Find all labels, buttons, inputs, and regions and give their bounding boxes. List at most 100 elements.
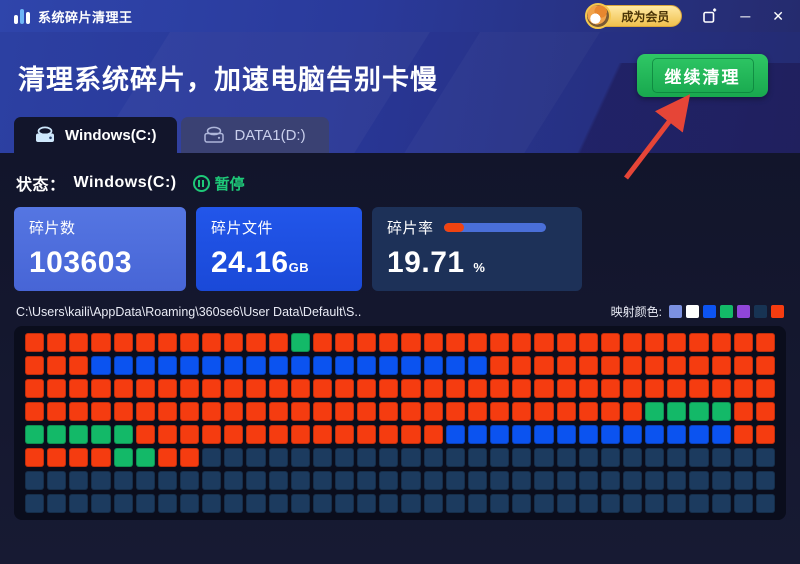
grid-cell [490, 471, 510, 490]
grid-cell [157, 402, 178, 421]
grid-cell [135, 379, 155, 398]
grid-cell [157, 494, 178, 513]
grid-cell [689, 494, 709, 513]
fragment-count-label: 碎片数 [29, 220, 76, 237]
grid-cell [445, 333, 465, 352]
grid-cell [268, 402, 288, 421]
close-button[interactable]: ✕ [770, 7, 786, 25]
pause-icon [192, 174, 210, 192]
tab-label: DATA1(D:) [234, 126, 306, 144]
grid-cell [312, 425, 333, 444]
grid-cell [246, 425, 266, 444]
legend-swatch [737, 305, 750, 318]
grid-cell [490, 402, 510, 421]
grid-cell [224, 356, 244, 375]
grid-cell [335, 448, 355, 467]
pause-control[interactable]: 暂停 [192, 173, 245, 194]
continue-clean-button[interactable]: 继续清理 [637, 54, 768, 97]
grid-cell [357, 379, 377, 398]
grid-cell [135, 402, 155, 421]
grid-cell [622, 494, 643, 513]
grid-cell [600, 333, 620, 352]
app-logo-icon [14, 8, 30, 24]
grid-cell [47, 494, 67, 513]
grid-cell [180, 379, 200, 398]
status-label: 状态： [16, 177, 66, 194]
tab-windows-c[interactable]: Windows(C:) [14, 117, 177, 153]
grid-cell [445, 402, 465, 421]
grid-cell [600, 379, 620, 398]
grid-cell [47, 471, 67, 490]
grid-cell [379, 448, 399, 467]
grid-cell [113, 402, 133, 421]
grid-cell [113, 333, 133, 352]
grid-cell [224, 402, 244, 421]
grid-cell [622, 448, 643, 467]
grid-cell [401, 448, 421, 467]
grid-cell [423, 425, 443, 444]
grid-cell [202, 494, 222, 513]
grid-cell [534, 494, 554, 513]
grid-cell [467, 356, 488, 375]
grid-cell [379, 379, 399, 398]
grid-cell [135, 333, 155, 352]
grid-cell [357, 425, 377, 444]
grid-cell [578, 494, 598, 513]
grid-cell [711, 448, 731, 467]
grid-cell [312, 494, 333, 513]
grid-cell [512, 379, 532, 398]
tab-label: Windows(C:) [65, 126, 157, 144]
grid-cell [246, 379, 266, 398]
grid-cell [91, 471, 111, 490]
grid-cell [290, 448, 310, 467]
grid-cell [357, 471, 377, 490]
fragment-size-label: 碎片文件 [211, 220, 274, 237]
minimize-button[interactable]: ─ [738, 7, 752, 25]
grid-cell [423, 448, 443, 467]
grid-cell [467, 448, 488, 467]
grid-cell [401, 333, 421, 352]
grid-cell [467, 494, 488, 513]
grid-cell [711, 356, 731, 375]
legend-swatch [720, 305, 733, 318]
grid-cell [202, 356, 222, 375]
page-title: 清理系统碎片，加速电脑告别卡慢 [18, 65, 438, 95]
continue-clean-label: 继续清理 [651, 58, 754, 93]
grid-cell [667, 356, 687, 375]
share-button[interactable] [700, 6, 720, 26]
grid-cell [135, 425, 155, 444]
fragment-rate-unit: % [473, 260, 486, 275]
grid-cell [246, 356, 266, 375]
grid-cell [490, 333, 510, 352]
grid-cell [578, 379, 598, 398]
grid-cell [180, 333, 200, 352]
legend-swatch [686, 305, 699, 318]
grid-cell [379, 356, 399, 375]
share-icon [703, 8, 717, 23]
grid-cell [401, 494, 421, 513]
grid-cell [157, 333, 178, 352]
grid-cell [667, 425, 687, 444]
grid-cell [556, 402, 576, 421]
grid-cell [711, 402, 731, 421]
grid-cell [335, 471, 355, 490]
drive-icon [204, 126, 225, 143]
drive-tabs: Windows(C:) DATA1(D:) [14, 117, 329, 153]
grid-cell [755, 448, 775, 467]
grid-cell [512, 448, 532, 467]
grid-cell [335, 425, 355, 444]
grid-cell [91, 494, 111, 513]
grid-cell [268, 379, 288, 398]
become-member-label: 成为会员 [621, 9, 670, 24]
grid-cell [335, 333, 355, 352]
pause-label: 暂停 [214, 175, 245, 193]
grid-cell [113, 379, 133, 398]
grid-cell [290, 494, 310, 513]
become-member-button[interactable]: 成为会员 [585, 3, 683, 29]
tab-data1-d[interactable]: DATA1(D:) [180, 117, 329, 153]
grid-cell [578, 425, 598, 444]
grid-cell [689, 425, 709, 444]
grid-cell [512, 425, 532, 444]
legend-swatch [754, 305, 767, 318]
grid-cell [91, 402, 111, 421]
